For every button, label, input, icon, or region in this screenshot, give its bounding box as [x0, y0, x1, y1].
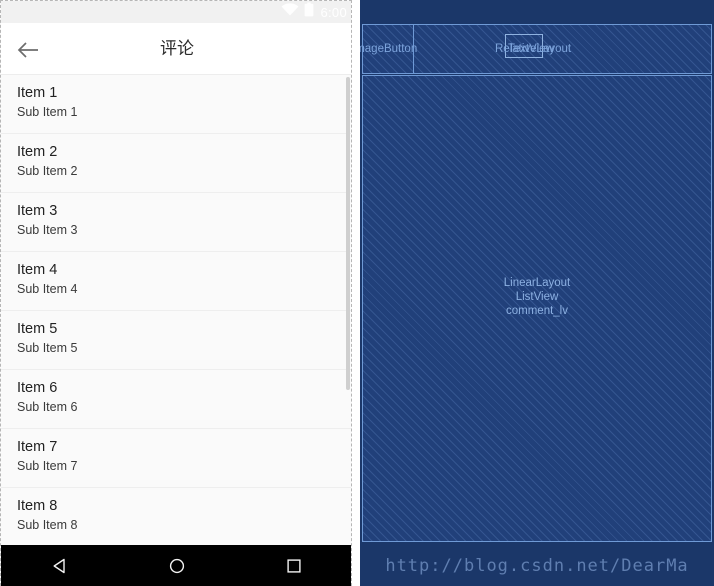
list-item[interactable]: Item 6 Sub Item 6: [1, 370, 351, 429]
blueprint-label-textview: TextView: [508, 43, 554, 55]
list-item-subtitle: Sub Item 3: [17, 223, 78, 237]
wifi-icon: [281, 3, 299, 21]
list-item[interactable]: Item 2 Sub Item 2: [1, 134, 351, 193]
watermark-url: http://blog.csdn.net/DearMa: [385, 556, 689, 576]
list-item[interactable]: Item 5 Sub Item 5: [1, 311, 351, 370]
android-nav-bar: [1, 545, 351, 586]
page-title: 评论: [160, 39, 194, 59]
comment-listview[interactable]: Item 1 Sub Item 1 Item 2 Sub Item 2 Item…: [1, 75, 351, 545]
list-item-subtitle: Sub Item 5: [17, 341, 78, 355]
blueprint-label-listview-id: comment_lv: [506, 305, 568, 317]
list-item-title: Item 2: [17, 144, 58, 160]
list-item-subtitle: Sub Item 8: [17, 518, 78, 532]
app-toolbar: 评论: [1, 23, 351, 75]
list-item-title: Item 7: [17, 439, 58, 455]
list-item[interactable]: Item 4 Sub Item 4: [1, 252, 351, 311]
list-item-title: Item 1: [17, 85, 58, 101]
blueprint-label-listview: ListView: [515, 291, 559, 303]
list-item-title: Item 8: [17, 498, 58, 514]
battery-icon: [304, 2, 314, 22]
nav-recents-square-icon[interactable]: [274, 545, 314, 586]
blueprint-label-linearlayout: LinearLayout: [503, 277, 571, 289]
list-item-subtitle: Sub Item 6: [17, 400, 78, 414]
nav-home-circle-icon[interactable]: [157, 545, 197, 586]
nav-back-triangle-icon[interactable]: [40, 545, 80, 586]
blueprint-label-imagebutton: ImageButton: [360, 43, 418, 55]
list-item-subtitle: Sub Item 7: [17, 459, 78, 473]
list-item[interactable]: Item 3 Sub Item 3: [1, 193, 351, 252]
list-item[interactable]: Item 1 Sub Item 1: [1, 75, 351, 134]
blueprint-center-labels: LinearLayout ListView comment_lv: [360, 276, 714, 318]
screenshot-root: 6:00 评论 Item 1 Sub Item 1 Item 2 Sub Ite…: [0, 0, 714, 586]
status-bar-time: 6:00: [320, 4, 347, 20]
list-item[interactable]: Item 7 Sub Item 7: [1, 429, 351, 488]
device-preview-panel: 6:00 评论 Item 1 Sub Item 1 Item 2 Sub Ite…: [0, 0, 352, 586]
list-item-title: Item 3: [17, 203, 58, 219]
blueprint-status-strip: [360, 0, 714, 22]
status-bar: 6:00: [1, 1, 351, 23]
list-scrollbar[interactable]: [346, 77, 350, 390]
list-item-subtitle: Sub Item 2: [17, 164, 78, 178]
list-item[interactable]: Item 8 Sub Item 8: [1, 488, 351, 545]
list-item-subtitle: Sub Item 4: [17, 282, 78, 296]
list-item-title: Item 4: [17, 262, 58, 278]
list-item-title: Item 6: [17, 380, 58, 396]
list-item-title: Item 5: [17, 321, 58, 337]
list-item-subtitle: Sub Item 1: [17, 105, 78, 119]
blueprint-panel[interactable]: ImageButton RelativeLayout TextView Line…: [360, 0, 714, 586]
